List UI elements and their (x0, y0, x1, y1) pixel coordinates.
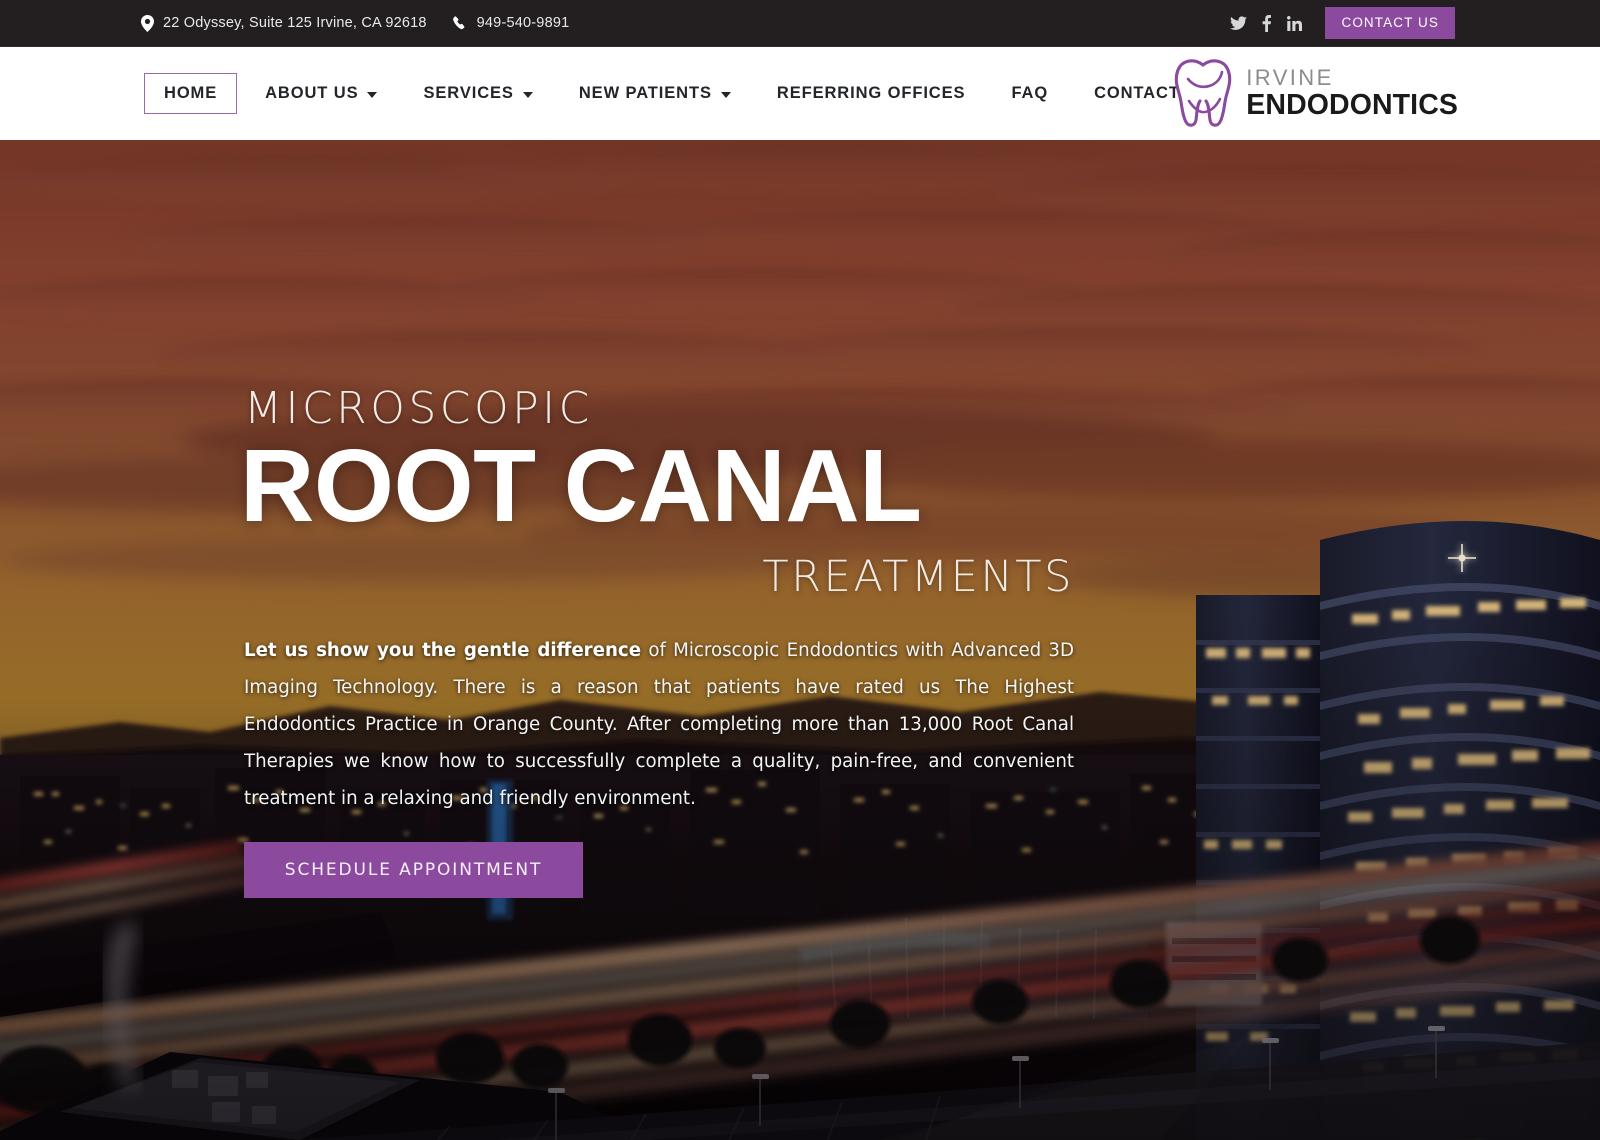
hero-section: MICROSCOPIC ROOT CANAL TREATMENTS Let us… (0, 140, 1600, 1140)
nav-links-list: HOME ABOUT US SERVICES NEW PATIENTS REFE… (144, 73, 1203, 114)
hero-kicker: MICROSCOPIC (244, 383, 593, 434)
phone-text: 949-540-9891 (476, 15, 570, 31)
address-link[interactable]: 22 Odyssey, Suite 125 Irvine, CA 92618 (141, 14, 427, 32)
nav-item-new-patients[interactable]: NEW PATIENTS (556, 84, 754, 103)
nav-item-label: FAQ (1011, 84, 1049, 102)
site-logo[interactable]: IRVINE ENDODONTICS (1172, 58, 1458, 129)
linkedin-icon[interactable] (1280, 9, 1308, 37)
nav-item-faq[interactable]: FAQ (988, 84, 1071, 103)
facebook-icon[interactable] (1252, 9, 1280, 37)
nav-item-label: REFERRING OFFICES (776, 84, 966, 102)
hero-paragraph: Let us show you the gentle difference of… (244, 633, 1074, 818)
logo-wordmark: IRVINE ENDODONTICS (1246, 67, 1458, 120)
nav-item-home[interactable]: HOME (144, 73, 238, 114)
contact-us-button[interactable]: CONTACT US (1325, 7, 1455, 39)
logo-line-1: IRVINE (1246, 65, 1334, 91)
logo-line-2: ENDODONTICS (1246, 89, 1458, 122)
nav-item-label: ABOUT US (265, 84, 359, 102)
nav-item-referring-offices[interactable]: REFERRING OFFICES (754, 84, 989, 103)
topbar-social-and-cta: CONTACT US (1224, 7, 1455, 39)
map-pin-icon (141, 14, 154, 32)
hero-headline: ROOT CANAL (240, 428, 922, 543)
hero-content: MICROSCOPIC ROOT CANAL TREATMENTS Let us… (0, 140, 1600, 1140)
phone-icon (452, 15, 468, 31)
nav-item-label: CONTACT (1094, 84, 1180, 102)
twitter-icon[interactable] (1224, 9, 1252, 37)
address-text: 22 Odyssey, Suite 125 Irvine, CA 92618 (163, 15, 427, 31)
hero-paragraph-lead: Let us show you the gentle difference (244, 640, 642, 661)
main-navigation: HOME ABOUT US SERVICES NEW PATIENTS REFE… (0, 47, 1600, 140)
nav-item-about-us[interactable]: ABOUT US (242, 84, 400, 103)
schedule-appointment-button[interactable]: SCHEDULE APPOINTMENT (244, 842, 583, 898)
nav-item-label: NEW PATIENTS (578, 84, 712, 102)
nav-item-label: HOME (164, 84, 218, 102)
chevron-down-icon (367, 91, 378, 98)
chevron-down-icon (522, 91, 533, 98)
nav-item-services[interactable]: SERVICES (400, 84, 555, 103)
chevron-down-icon (720, 91, 731, 98)
utility-top-bar: 22 Odyssey, Suite 125 Irvine, CA 92618 9… (0, 0, 1600, 47)
hero-paragraph-rest: of Microscopic Endodontics with Advanced… (244, 640, 1074, 809)
tooth-icon (1172, 58, 1234, 129)
phone-link[interactable]: 949-540-9891 (452, 15, 570, 31)
nav-item-label: SERVICES (423, 84, 514, 102)
topbar-contact-info: 22 Odyssey, Suite 125 Irvine, CA 92618 9… (141, 14, 570, 32)
hero-subline: TREATMENTS (762, 552, 1074, 602)
